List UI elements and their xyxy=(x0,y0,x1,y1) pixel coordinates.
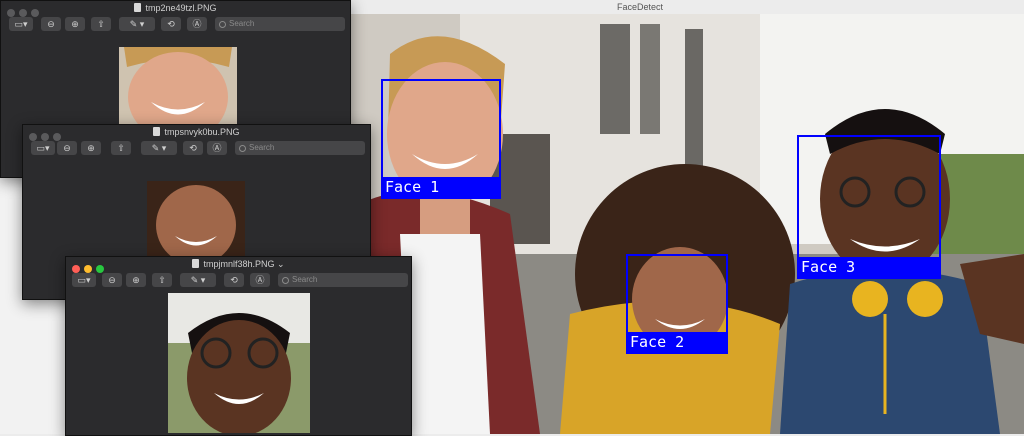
preview-toolbar: ▭▾ ⊖ ⊕ ⇧ ✎ ▾ ⟲ Ⓐ Search xyxy=(66,271,411,291)
zoom-in-icon[interactable]: ⊕ xyxy=(65,17,85,31)
document-icon xyxy=(134,3,142,12)
annotate-icon[interactable]: Ⓐ xyxy=(207,141,227,155)
sidebar-icon[interactable]: ▭▾ xyxy=(31,141,55,155)
document-icon xyxy=(153,127,161,136)
document-icon xyxy=(192,259,200,268)
sidebar-icon[interactable]: ▭▾ xyxy=(72,273,96,287)
preview-image-face-2 xyxy=(147,181,245,257)
share-icon[interactable]: ⇧ xyxy=(152,273,172,287)
annotate-icon[interactable]: Ⓐ xyxy=(250,273,270,287)
zoom-in-icon[interactable]: ⊕ xyxy=(81,141,101,155)
search-placeholder: Search xyxy=(249,143,275,152)
rotate-icon[interactable]: ⟲ xyxy=(224,273,244,287)
sidebar-icon[interactable]: ▭▾ xyxy=(9,17,33,31)
preview-toolbar: ▭▾ ⊖ ⊕ ⇧ ✎ ▾ ⟲ Ⓐ Search xyxy=(23,139,370,159)
preview-titlebar[interactable]: tmp2ne49tzl.PNG xyxy=(1,1,350,15)
search-placeholder: Search xyxy=(229,19,255,28)
markup-pen-icon[interactable]: ✎ ▾ xyxy=(119,17,155,31)
rotate-icon[interactable]: ⟲ xyxy=(161,17,181,31)
zoom-in-icon[interactable]: ⊕ xyxy=(126,273,146,287)
preview-titlebar[interactable]: tmpjmnlf38h.PNG ⌄ xyxy=(66,257,411,271)
preview-toolbar: ▭▾ ⊖ ⊕ ⇧ ✎ ▾ ⟲ Ⓐ Search xyxy=(1,15,350,35)
face-crop-1 xyxy=(119,47,237,125)
face-label-3: Face 3 xyxy=(797,257,939,277)
face-crop-2 xyxy=(147,181,245,257)
search-icon xyxy=(219,21,226,28)
markup-pen-icon[interactable]: ✎ ▾ xyxy=(141,141,177,155)
preview-image-face-3 xyxy=(168,293,310,433)
rotate-icon[interactable]: ⟲ xyxy=(183,141,203,155)
search-icon xyxy=(239,145,246,152)
zoom-out-icon[interactable]: ⊖ xyxy=(41,17,61,31)
preview-title: tmpsnvyk0bu.PNG xyxy=(164,127,240,137)
search-field[interactable]: Search xyxy=(235,141,365,155)
preview-image-face-1 xyxy=(119,47,237,125)
share-icon[interactable]: ⇧ xyxy=(111,141,131,155)
preview-window-3[interactable]: tmpjmnlf38h.PNG ⌄ ▭▾ ⊖ ⊕ ⇧ ✎ ▾ ⟲ Ⓐ Searc… xyxy=(65,256,412,436)
preview-title[interactable]: tmpjmnlf38h.PNG ⌄ xyxy=(203,259,284,269)
face-label-2: Face 2 xyxy=(626,332,726,352)
search-field[interactable]: Search xyxy=(215,17,345,31)
group-photo: Face 1 Face 2 Face 3 xyxy=(340,14,1024,434)
zoom-out-icon[interactable]: ⊖ xyxy=(102,273,122,287)
search-icon xyxy=(282,277,289,284)
zoom-out-icon[interactable]: ⊖ xyxy=(57,141,77,155)
share-icon[interactable]: ⇧ xyxy=(91,17,111,31)
search-placeholder: Search xyxy=(292,275,318,284)
annotate-icon[interactable]: Ⓐ xyxy=(187,17,207,31)
window-title: FaceDetect xyxy=(616,2,664,12)
search-field[interactable]: Search xyxy=(278,273,408,287)
preview-title: tmp2ne49tzl.PNG xyxy=(145,3,217,13)
preview-titlebar[interactable]: tmpsnvyk0bu.PNG xyxy=(23,125,370,139)
face-crop-3 xyxy=(168,293,310,433)
face-label-1: Face 1 xyxy=(381,177,499,197)
markup-pen-icon[interactable]: ✎ ▾ xyxy=(180,273,216,287)
